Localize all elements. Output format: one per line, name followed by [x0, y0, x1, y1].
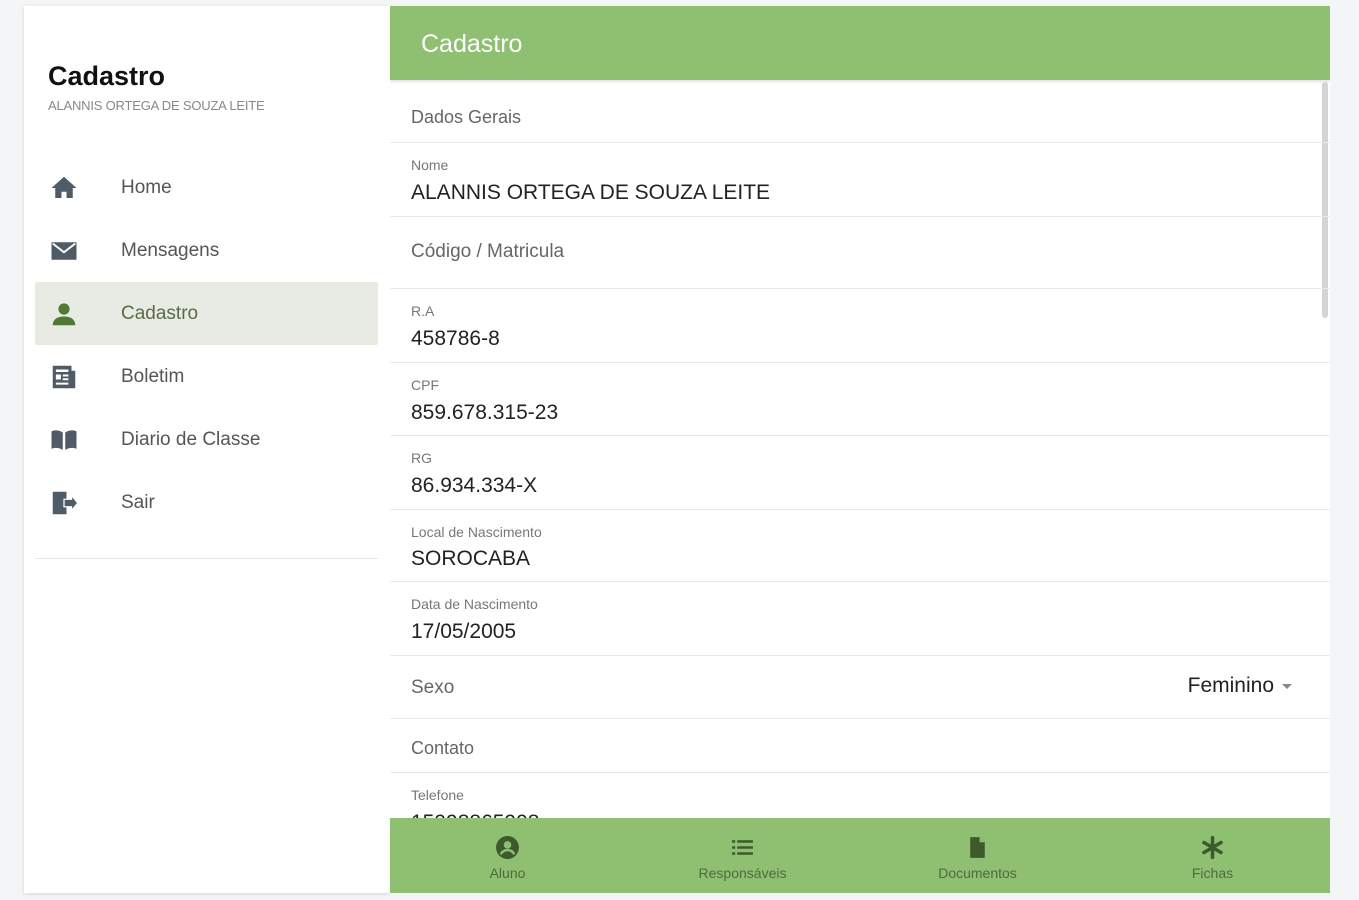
tab-responsaveis[interactable]: Responsáveis [625, 818, 860, 893]
chevron-down-icon [1282, 683, 1292, 689]
sidebar-nav: Home Mensagens Cadastro Boletim Diario d… [35, 156, 378, 534]
field-cpf[interactable]: CPF 859.678.315-23 [390, 363, 1330, 436]
account-circle-icon [495, 834, 521, 860]
field-rg[interactable]: RG 86.934.334-X [390, 436, 1330, 510]
sidebar-item-label: Diario de Classe [121, 428, 261, 450]
field-value: 86.934.334-X [411, 474, 538, 497]
sidebar-item-diario[interactable]: Diario de Classe [35, 408, 378, 471]
mail-icon [47, 234, 81, 268]
sidebar-item-boletim[interactable]: Boletim [35, 345, 378, 408]
section-contato: Contato [390, 719, 1330, 773]
field-label: Telefone [411, 787, 464, 803]
sidebar-user-name: ALANNIS ORTEGA DE SOUZA LEITE [48, 98, 265, 113]
sexo-select[interactable]: Feminino [1188, 674, 1292, 698]
field-label: R.A [411, 303, 435, 319]
sidebar-title: Cadastro [48, 61, 166, 91]
section-codigo-matricula: Código / Matricula [390, 217, 1330, 289]
list-icon [730, 834, 756, 860]
home-icon [47, 171, 81, 205]
field-label: Nome [411, 157, 449, 173]
document-icon [965, 834, 991, 860]
sidebar-divider [35, 558, 378, 559]
tab-aluno[interactable]: Aluno [390, 818, 625, 893]
asterisk-icon [1200, 834, 1226, 860]
sidebar-item-cadastro[interactable]: Cadastro [35, 282, 378, 345]
page-header: Cadastro [390, 6, 1330, 80]
field-label: Data de Nascimento [411, 596, 538, 612]
tab-documentos[interactable]: Documentos [860, 818, 1095, 893]
field-value: ALANNIS ORTEGA DE SOUZA LEITE [411, 181, 771, 204]
field-label: CPF [411, 377, 439, 393]
field-label: Local de Nascimento [411, 524, 542, 540]
select-value: Feminino [1187, 674, 1274, 697]
field-nome[interactable]: Nome ALANNIS ORTEGA DE SOUZA LEITE [390, 143, 1330, 217]
field-local-nascimento[interactable]: Local de Nascimento SOROCABA [390, 510, 1330, 582]
field-value: 458786-8 [411, 327, 500, 350]
tab-label: Fichas [1191, 865, 1234, 881]
sidebar-item-label: Sair [121, 491, 155, 513]
tab-fichas[interactable]: Fichas [1095, 818, 1330, 893]
section-dados-gerais: Dados Gerais [390, 80, 1330, 143]
sidebar-item-label: Cadastro [121, 302, 199, 324]
tab-label: Aluno [489, 865, 526, 881]
field-ra[interactable]: R.A 458786-8 [390, 289, 1330, 363]
logout-icon [47, 486, 81, 520]
field-telefone[interactable]: Telefone 15998865998 [390, 773, 1330, 818]
field-value: SOROCABA [411, 547, 531, 570]
field-sexo[interactable]: Sexo Feminino [390, 656, 1330, 719]
sidebar-item-sair[interactable]: Sair [35, 471, 378, 534]
form-content[interactable]: Dados Gerais Nome ALANNIS ORTEGA DE SOUZ… [390, 80, 1330, 818]
section-label: Dados Gerais [411, 107, 522, 127]
section-label: Contato [411, 738, 475, 758]
user-icon [47, 297, 81, 331]
sidebar-item-label: Mensagens [121, 239, 220, 261]
page-title: Cadastro [421, 30, 523, 58]
sidebar-item-mensagens[interactable]: Mensagens [35, 219, 378, 282]
sidebar-item-label: Boletim [121, 365, 185, 387]
field-label: RG [411, 450, 432, 466]
field-value: 17/05/2005 [411, 620, 517, 643]
field-label: Sexo [411, 677, 455, 698]
sidebar-item-label: Home [121, 176, 172, 198]
field-value: 15998865998 [411, 811, 539, 818]
bottom-tab-bar: Aluno Responsáveis Documentos Fichas [390, 818, 1330, 893]
sidebar: Cadastro ALANNIS ORTEGA DE SOUZA LEITE H… [24, 6, 390, 893]
book-icon [47, 423, 81, 457]
tab-label: Responsáveis [698, 865, 787, 881]
field-data-nascimento[interactable]: Data de Nascimento 17/05/2005 [390, 582, 1330, 656]
sidebar-item-home[interactable]: Home [35, 156, 378, 219]
field-value: 859.678.315-23 [411, 401, 559, 424]
tab-label: Documentos [938, 865, 1017, 881]
section-label: Código / Matricula [411, 241, 565, 262]
newspaper-icon [47, 360, 81, 394]
main-panel: Cadastro Dados Gerais Nome ALANNIS ORTEG… [390, 6, 1330, 893]
